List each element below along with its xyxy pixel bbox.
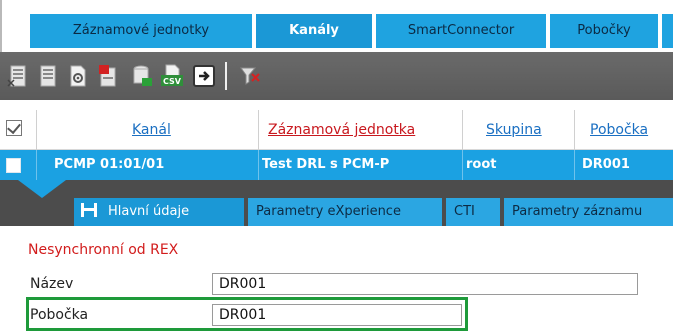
detail-tab-bar: Hlavní údaje Parametry eXperience CTI Pa… bbox=[0, 180, 673, 226]
tab-zaznamove-jednotky[interactable]: Záznamové jednotky bbox=[30, 14, 252, 48]
storage-green-icon[interactable] bbox=[130, 64, 154, 88]
server-edit-icon[interactable] bbox=[36, 64, 60, 88]
top-tab-bar: Záznamové jednotky Kanály SmartConnector… bbox=[0, 0, 673, 52]
cell-pobocka: DR001 bbox=[582, 157, 630, 172]
tab-parametry-experience[interactable]: Parametry eXperience bbox=[248, 198, 442, 226]
column-divider bbox=[258, 110, 259, 150]
grid-header: Kanál Záznamová jednotka Skupina Pobočka bbox=[0, 100, 673, 150]
cell-skupina: root bbox=[466, 157, 497, 172]
section-title: Nesynchronní od REX bbox=[28, 242, 179, 258]
tab-hlavni-udaje[interactable]: Hlavní údaje bbox=[74, 198, 244, 226]
server-icon[interactable] bbox=[6, 64, 30, 88]
server-delete-icon[interactable] bbox=[96, 64, 120, 88]
tab-parametry-zaznamu[interactable]: Parametry záznamu bbox=[504, 198, 673, 226]
exit-icon[interactable] bbox=[192, 64, 216, 88]
column-divider bbox=[462, 150, 463, 180]
toolbar-separator bbox=[225, 62, 227, 90]
tab-pobocky[interactable]: Pobočky bbox=[550, 14, 658, 48]
row-checkbox[interactable] bbox=[6, 158, 21, 173]
tab-kanaly[interactable]: Kanály bbox=[256, 14, 372, 48]
column-header-pobocka[interactable]: Pobočka bbox=[590, 122, 648, 138]
cell-zaznamova-jednotka: Test DRL s PCM-P bbox=[262, 157, 390, 172]
filter-clear-icon[interactable] bbox=[238, 64, 262, 88]
label-pobocka: Pobočka bbox=[30, 307, 89, 323]
tab-smartconnector[interactable]: SmartConnector bbox=[376, 14, 546, 48]
column-divider bbox=[462, 110, 463, 150]
window-frame bbox=[0, 0, 26, 52]
cell-kanal: PCMP 01:01/01 bbox=[54, 157, 165, 172]
column-divider bbox=[574, 110, 575, 150]
save-icon bbox=[81, 203, 97, 217]
label-nazev: Název bbox=[30, 276, 74, 292]
toolbar: CSV bbox=[0, 52, 673, 100]
selection-pointer bbox=[18, 180, 66, 198]
csv-label: CSV bbox=[163, 77, 182, 86]
column-header-skupina[interactable]: Skupina bbox=[486, 122, 542, 138]
csv-export-icon[interactable]: CSV bbox=[160, 64, 184, 88]
detail-form: Nesynchronní od REX Název DR001 Pobočka … bbox=[0, 226, 673, 336]
table-row[interactable]: PCMP 01:01/01 Test DRL s PCM-P root DR00… bbox=[0, 150, 673, 180]
column-divider bbox=[258, 150, 259, 180]
column-divider bbox=[36, 110, 37, 150]
column-divider bbox=[36, 150, 37, 180]
select-all-checkbox[interactable] bbox=[6, 120, 22, 136]
tab-overflow[interactable] bbox=[662, 14, 673, 48]
document-settings-icon[interactable] bbox=[66, 64, 90, 88]
pobocka-field[interactable]: DR001 bbox=[212, 304, 462, 326]
column-divider bbox=[574, 150, 575, 180]
column-header-zaznamova-jednotka[interactable]: Záznamová jednotka bbox=[268, 122, 415, 138]
column-header-kanal[interactable]: Kanál bbox=[132, 122, 171, 138]
tab-cti[interactable]: CTI bbox=[446, 198, 500, 226]
nazev-field[interactable]: DR001 bbox=[212, 273, 638, 295]
